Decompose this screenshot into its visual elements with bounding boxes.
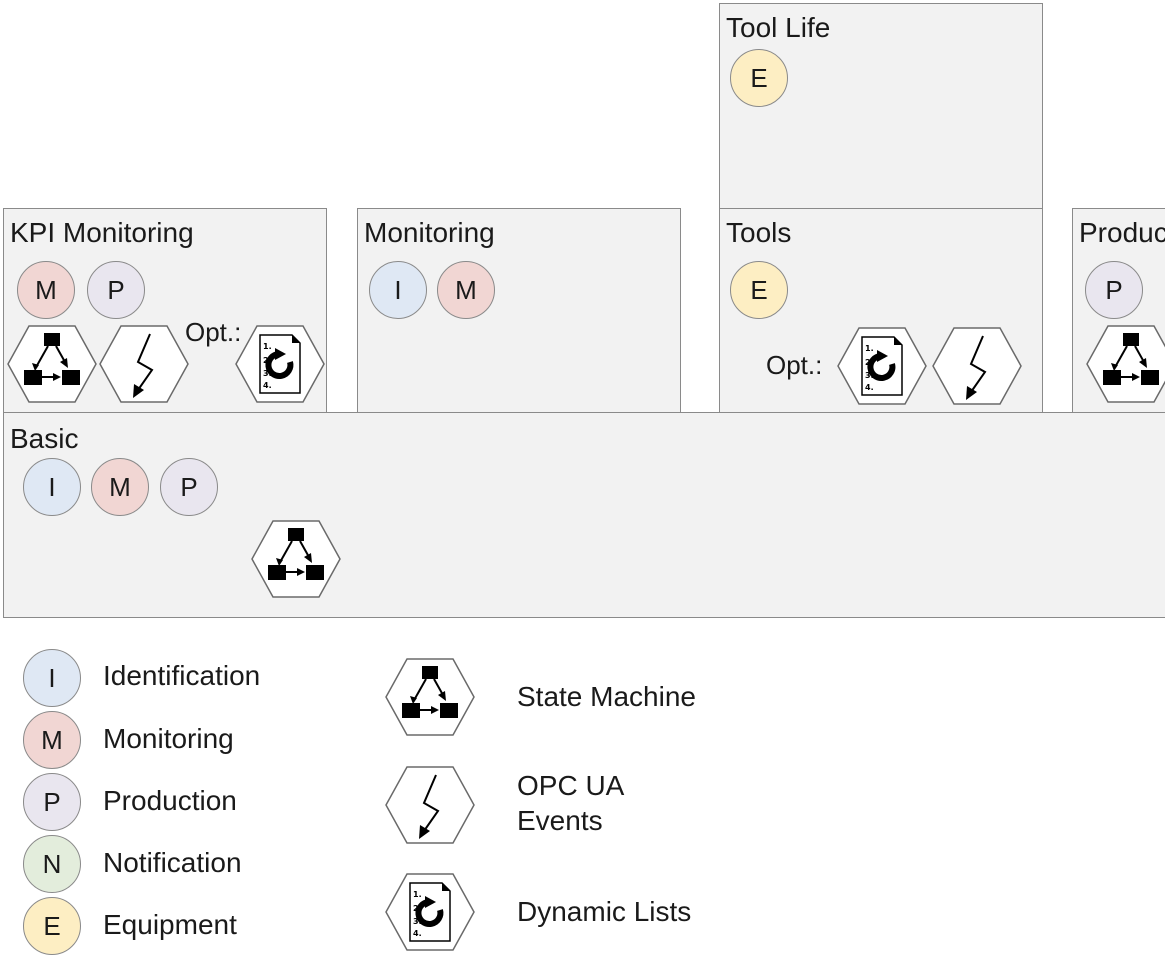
- opc-ua-events-icon: [931, 326, 1023, 406]
- optional-label: Opt.:: [185, 317, 242, 347]
- identification-badge: I: [23, 458, 81, 516]
- box-tools: Tools E Opt.:: [719, 208, 1043, 414]
- box-kpi-monitoring: KPI Monitoring M P Opt.:: [3, 208, 327, 414]
- legend-line: Events: [517, 805, 603, 836]
- monitoring-badge: M: [437, 261, 495, 319]
- box-title: Produc: [1079, 217, 1165, 248]
- legend-label-identification: Identification: [103, 660, 261, 691]
- identification-badge: I: [369, 261, 427, 319]
- equipment-badge: E: [23, 897, 81, 955]
- production-badge: P: [160, 458, 218, 516]
- monitoring-badge: M: [17, 261, 75, 319]
- opc-ua-events-icon: [384, 765, 476, 845]
- box-tool-life: Tool Life E: [719, 3, 1043, 210]
- state-machine-icon: [384, 657, 476, 737]
- optional-label: Opt.:: [766, 350, 823, 380]
- dynamic-lists-icon: [234, 324, 326, 404]
- legend-label-production: Production: [103, 785, 237, 816]
- opc-ua-events-icon: [98, 324, 190, 404]
- box-title: Monitoring: [364, 217, 495, 248]
- monitoring-badge: M: [23, 711, 81, 769]
- production-badge: P: [87, 261, 145, 319]
- legend-label-state-machine: State Machine: [517, 681, 696, 712]
- monitoring-badge: M: [91, 458, 149, 516]
- box-title: Basic: [10, 423, 79, 454]
- equipment-badge: E: [730, 261, 788, 319]
- dynamic-lists-icon: [836, 326, 928, 406]
- production-badge: P: [1085, 261, 1143, 319]
- identification-badge: I: [23, 649, 81, 707]
- dynamic-lists-icon: [384, 872, 476, 952]
- box-production: Produc P: [1072, 208, 1165, 414]
- state-machine-icon: [1085, 324, 1165, 404]
- box-title: Tool Life: [726, 12, 831, 43]
- box-title: Tools: [726, 217, 792, 248]
- legend-label-monitoring: Monitoring: [103, 723, 234, 754]
- legend-label-notification: Notification: [103, 847, 242, 878]
- production-badge: P: [23, 773, 81, 831]
- legend-line: OPC UA: [517, 770, 625, 801]
- box-title: KPI Monitoring: [10, 217, 194, 248]
- notification-badge: N: [23, 835, 81, 893]
- box-monitoring: Monitoring I M: [357, 208, 681, 414]
- state-machine-icon: [6, 324, 98, 404]
- box-basic: Basic I M P: [3, 412, 1165, 618]
- legend-label-dynamic-lists: Dynamic Lists: [517, 896, 692, 927]
- state-machine-icon: [250, 519, 342, 599]
- legend-label-opc-ua-events: OPC UA Events: [517, 768, 624, 838]
- legend-label-equipment: Equipment: [103, 909, 237, 940]
- equipment-badge: E: [730, 49, 788, 107]
